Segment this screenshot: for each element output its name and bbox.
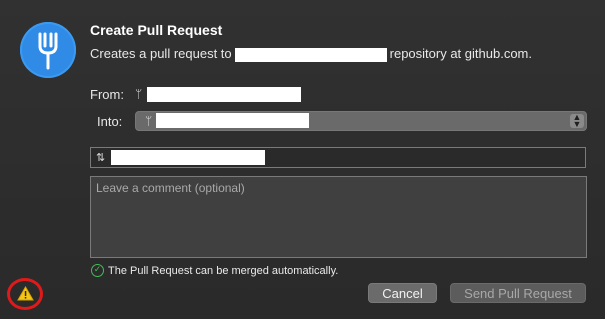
merge-status: ✓ The Pull Request can be merged automat… [91,264,338,277]
branch-icon: ᛘ [145,114,153,128]
branch-icon: ᛘ [135,87,143,101]
warning-icon [17,286,34,301]
fork-icon [20,22,76,78]
create-pull-request-dialog: Create Pull Request Creates a pull reque… [0,0,605,319]
pull-request-icon: ⇅ [96,151,106,164]
pull-request-title-input[interactable]: ⇅ [90,147,586,168]
into-label: Into: [97,114,123,129]
redacted-repository-name [234,47,387,62]
into-branch-select[interactable]: ᛘ ▲ ▼ [135,111,587,131]
merge-status-text: The Pull Request can be merged automatic… [108,264,339,277]
cancel-button[interactable]: Cancel [368,283,437,303]
warning-highlight[interactable] [7,278,43,310]
pull-request-title-value [111,150,265,165]
subtitle-prefix: Creates a pull request to [90,46,232,61]
into-branch-value [156,113,309,128]
comment-textarea[interactable] [90,176,587,258]
from-branch-field [147,87,301,102]
dialog-subtitle: Creates a pull request to repository at g… [90,46,532,62]
from-label: From: [90,87,124,102]
subtitle-suffix: repository at github.com. [389,46,532,61]
dialog-title: Create Pull Request [90,22,223,38]
select-stepper-icon: ▲ ▼ [570,113,584,129]
send-pull-request-button[interactable]: Send Pull Request [450,283,586,303]
check-circle-icon: ✓ [91,264,104,277]
